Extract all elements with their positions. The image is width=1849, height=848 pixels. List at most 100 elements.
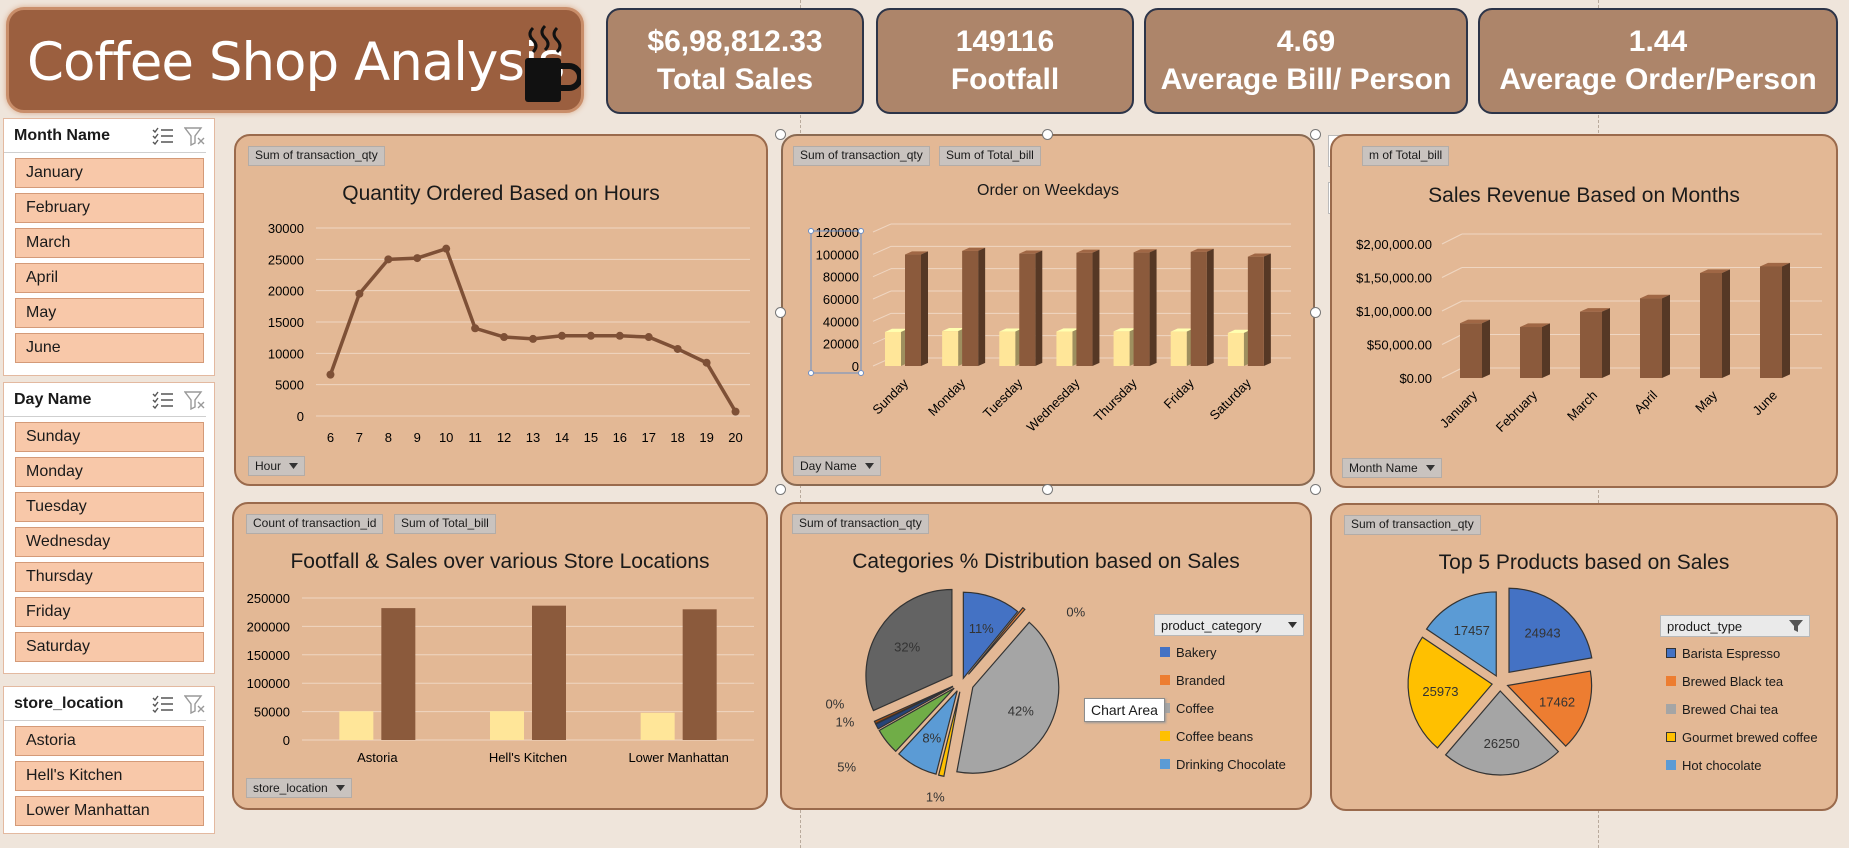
resize-handle[interactable]	[1310, 484, 1321, 495]
gridline	[872, 290, 892, 300]
gridline	[1441, 267, 1463, 278]
chart-panel-categories[interactable]: Sum of transaction_qty Categories % Dist…	[780, 502, 1312, 810]
kpi-label: Footfall	[950, 63, 1060, 96]
data-label: 26250	[1484, 736, 1520, 751]
multi-select-icon[interactable]	[152, 127, 174, 145]
x-tick-label: Tuesday	[980, 375, 1026, 421]
data-label: 32%	[894, 639, 920, 654]
axis-field-button[interactable]: Hour	[248, 456, 306, 476]
slicer-item-february[interactable]: February	[15, 193, 204, 223]
x-tick-label: January	[1437, 387, 1481, 431]
legend-field-button[interactable]: product_category	[1154, 614, 1304, 636]
y-tick-label: 250000	[247, 591, 290, 606]
slicer-item-tuesday[interactable]: Tuesday	[15, 492, 204, 522]
data-label: 24943	[1524, 625, 1560, 640]
slicer-item-hells-kitchen[interactable]: Hell's Kitchen	[15, 761, 204, 791]
x-tick-label: Monday	[925, 375, 969, 419]
page-title: Coffee Shop Analysis	[27, 32, 565, 93]
slicer-item-march[interactable]: March	[15, 228, 204, 258]
resize-handle[interactable]	[1042, 129, 1053, 140]
clear-filter-icon[interactable]	[184, 694, 206, 714]
legend-item: Barista Espresso	[1666, 639, 1818, 667]
axis-field-button[interactable]: Month Name	[1342, 458, 1442, 478]
resize-handle[interactable]	[1310, 307, 1321, 318]
gridline	[1441, 367, 1463, 379]
x-tick-label: 20	[728, 430, 742, 445]
bar-side	[978, 247, 986, 366]
chart-panel-months[interactable]: m of Total_bill Sales Revenue Based on M…	[1330, 134, 1838, 488]
slicer-title: store_location	[14, 694, 124, 712]
stores-bar-chart[interactable]: 0 50000 100000 150000 200000 250000 Astoria Hel…	[234, 504, 770, 812]
gridline	[872, 312, 892, 322]
bar	[381, 608, 416, 740]
resize-handle[interactable]	[775, 484, 786, 495]
clear-filter-icon[interactable]	[184, 390, 206, 410]
x-tick-label: May	[1692, 387, 1720, 415]
slicer-item-astoria[interactable]: Astoria	[15, 726, 204, 756]
axis-field-button[interactable]: store_location	[246, 778, 352, 798]
y-tick-label: 25000	[268, 252, 304, 267]
x-tick-label: Hell's Kitchen	[489, 750, 567, 765]
axis-field-label: Day Name	[800, 459, 857, 473]
bar	[1700, 273, 1722, 378]
legend-item: Brewed Black tea	[1666, 667, 1818, 695]
bar	[1520, 327, 1542, 378]
resize-handle[interactable]	[1310, 129, 1321, 140]
multi-select-icon[interactable]	[152, 391, 174, 409]
slicer-item-may[interactable]: May	[15, 298, 204, 328]
legend-swatch	[1666, 676, 1676, 686]
data-point	[673, 344, 682, 353]
chart-panel-hours[interactable]: Sum of transaction_qty Quantity Ordered …	[234, 134, 768, 486]
data-point	[529, 334, 537, 343]
data-label: 42%	[1008, 703, 1034, 718]
axis-selection-handle	[808, 370, 814, 376]
resize-handle[interactable]	[1042, 484, 1053, 495]
x-tick-label: March	[1564, 388, 1600, 424]
chart-panel-stores[interactable]: Count of transaction_id Sum of Total_bil…	[232, 502, 768, 810]
clear-filter-icon[interactable]	[184, 126, 206, 146]
dropdown-arrow-icon	[289, 463, 299, 469]
data-point	[471, 324, 480, 333]
axis-field-button[interactable]: Day Name	[793, 456, 881, 476]
legend-field-button[interactable]: product_type	[1660, 615, 1810, 637]
slicer-item-january[interactable]: January	[15, 158, 204, 188]
dropdown-arrow-icon	[1425, 465, 1435, 471]
gridline	[1441, 300, 1463, 312]
resize-handle[interactable]	[775, 307, 786, 318]
chart-panel-weekdays[interactable]: Sum of transaction_qty Sum of Total_bill…	[781, 134, 1315, 486]
bar	[1760, 266, 1782, 378]
bar	[640, 712, 675, 740]
slicer-item-april[interactable]: April	[15, 263, 204, 293]
data-point	[326, 370, 335, 379]
bar-side	[1263, 253, 1271, 366]
slicer-item-thursday[interactable]: Thursday	[15, 562, 204, 592]
data-label: 0%	[826, 696, 845, 711]
slicer-item-monday[interactable]: Monday	[15, 457, 204, 487]
legend-label: Brewed Chai tea	[1682, 701, 1779, 717]
slicer-item-wednesday[interactable]: Wednesday	[15, 527, 204, 557]
x-tick-label: 8	[385, 430, 392, 445]
y-tick-label: 100000	[247, 676, 290, 691]
slicer-item-lower-manhattan[interactable]: Lower Manhattan	[15, 796, 204, 826]
slicer-item-june[interactable]: June	[15, 333, 204, 363]
bar	[1170, 331, 1187, 366]
months-bar-chart[interactable]: $0.00 $50,000.00 $1,00,000.00 $1,50,000.00 $…	[1332, 136, 1840, 490]
chart-panel-products[interactable]: Sum of transaction_qty Top 5 Products ba…	[1330, 503, 1838, 811]
bar-side	[1092, 249, 1100, 366]
multi-select-icon[interactable]	[152, 695, 174, 713]
legend-label: Drinking Chocolate	[1176, 756, 1286, 772]
y-tick-label: 80000	[823, 270, 859, 285]
hours-line-chart[interactable]: 0 5000 10000 15000 20000 25000 30000 6 7 8 9 10 11 12…	[236, 136, 770, 488]
legend-item: Branded	[1160, 666, 1286, 694]
slicer-item-friday[interactable]: Friday	[15, 597, 204, 627]
slicer-item-sunday[interactable]: Sunday	[15, 422, 204, 452]
legend-field-label: product_type	[1667, 618, 1743, 634]
data-label: 17462	[1539, 695, 1575, 710]
weekdays-bar-chart[interactable]: 0 20000 40000 60000 80000 100000 120000 Sunday M…	[783, 136, 1317, 488]
x-tick-label: Thursday	[1091, 375, 1140, 424]
slicer-item-saturday[interactable]: Saturday	[15, 632, 204, 662]
y-tick-label: 5000	[275, 378, 304, 393]
resize-handle[interactable]	[775, 129, 786, 140]
x-tick-label: Astoria	[357, 750, 398, 765]
y-tick-label: $0.00	[1399, 371, 1432, 386]
